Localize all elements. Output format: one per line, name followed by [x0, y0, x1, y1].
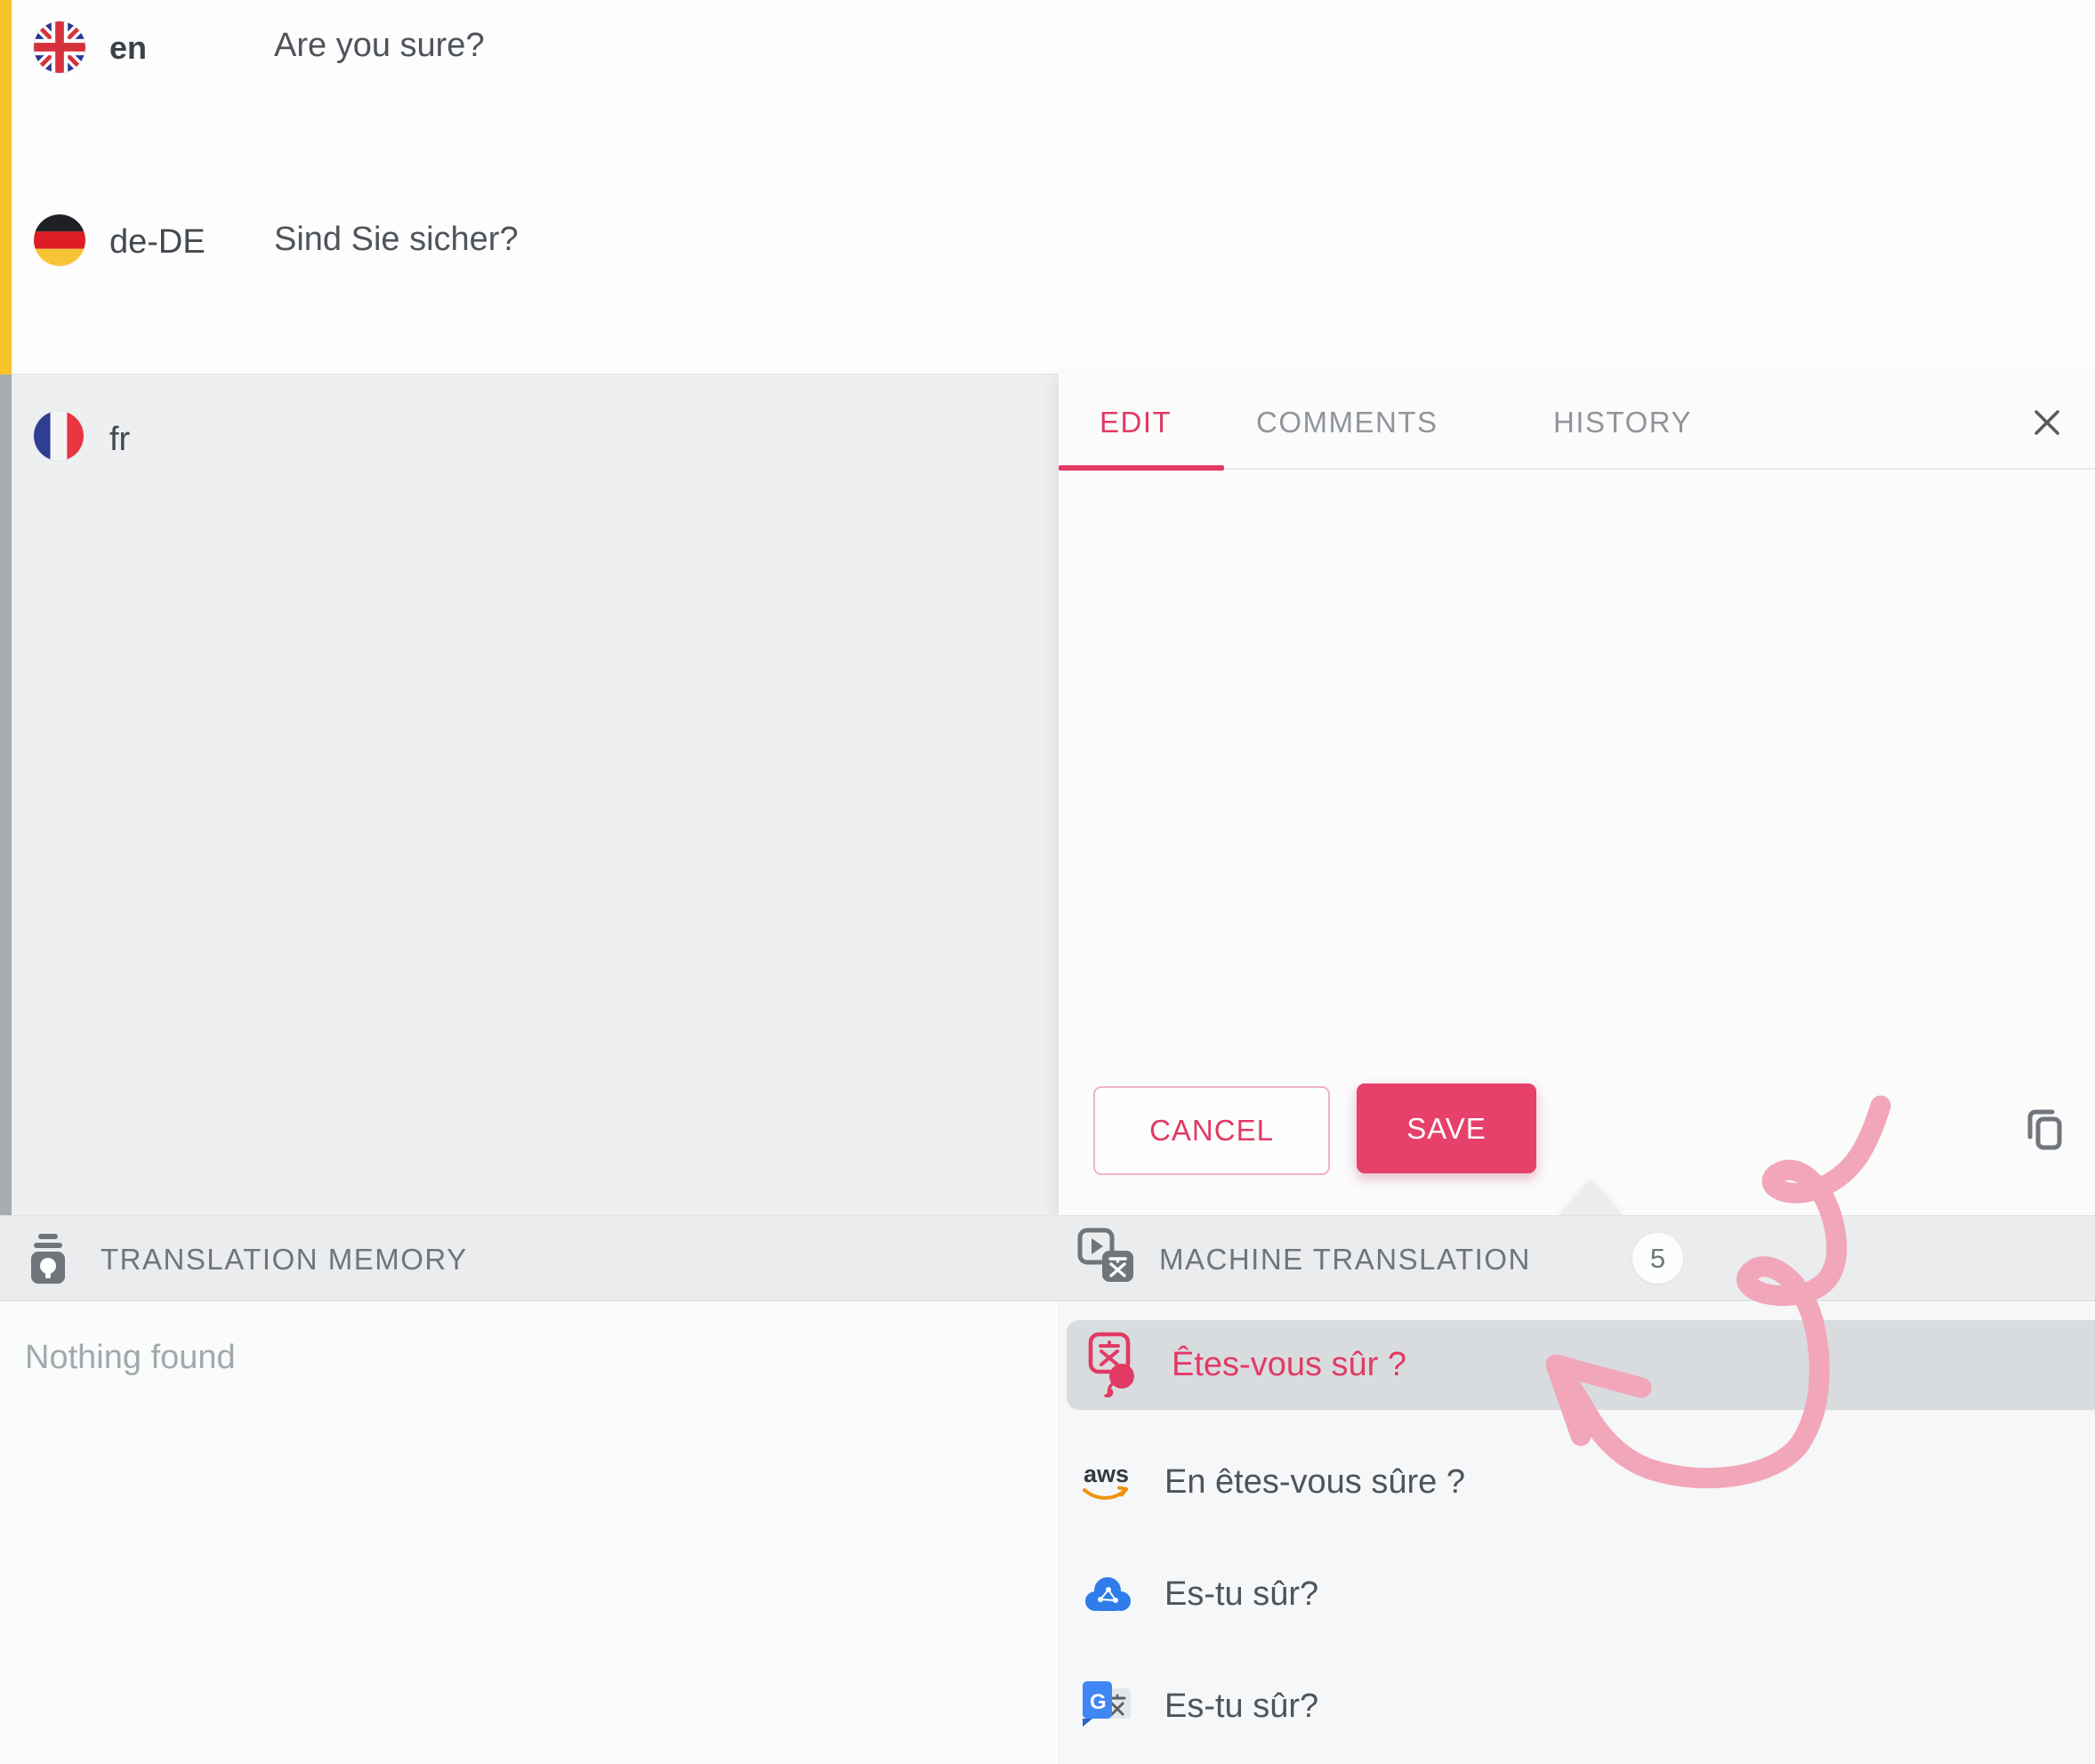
suggestions-notch [1558, 1180, 1624, 1216]
machine-translation-count-badge: 5 [1632, 1233, 1683, 1284]
source-text-en[interactable]: Are you sure? [274, 27, 485, 65]
language-code-de: de-DE [109, 223, 205, 261]
cancel-button[interactable]: CANCEL [1093, 1086, 1330, 1175]
translation-edit-area[interactable] [1059, 471, 2095, 1085]
copy-icon[interactable] [2018, 1103, 2067, 1153]
machine-translation-results: Êtes-vous sûr ? aws En êtes-vous sûre ? [1059, 1302, 2095, 1764]
edit-panel: EDIT COMMENTS HISTORY CANCEL SAVE [1059, 374, 2095, 1218]
translation-editor-app: en Are you sure? de-DE Sind Sie sicher? … [0, 0, 2095, 1764]
mt-suggestion-row[interactable]: Êtes-vous sûr ? [1067, 1320, 2095, 1410]
machine-translation-icon [1077, 1228, 1136, 1283]
mt-suggestion-text: Es-tu sûr? [1164, 1687, 1319, 1725]
translation-memory-icon [27, 1234, 69, 1284]
edit-panel-tab-bar: EDIT COMMENTS HISTORY [1059, 374, 2095, 471]
lokalise-translate-icon [1088, 1332, 1140, 1399]
france-flag-icon [34, 411, 84, 461]
translation-memory-results: Nothing found [0, 1302, 1059, 1764]
aws-translate-icon: aws [1081, 1461, 1131, 1505]
suggestions-header-band: TRANSLATION MEMORY MACHINE TRANSLATION 5 [0, 1215, 2095, 1301]
machine-translation-title: MACHINE TRANSLATION [1159, 1243, 1531, 1276]
close-icon[interactable] [2027, 402, 2067, 443]
selected-row-edge-bar [0, 375, 12, 1218]
tab-edit[interactable]: EDIT [1100, 406, 1172, 439]
translation-text-de[interactable]: Sind Sie sicher? [274, 221, 519, 259]
translation-memory-title: TRANSLATION MEMORY [101, 1243, 468, 1276]
mt-suggestion-row[interactable]: G Es-tu sûr? [1060, 1662, 2095, 1752]
active-tab-underline [1059, 465, 1224, 471]
save-button[interactable]: SAVE [1357, 1083, 1536, 1173]
mt-suggestion-text: Es-tu sûr? [1164, 1575, 1319, 1613]
key-status-bar [0, 0, 12, 375]
google-logo-text: G [1090, 1690, 1107, 1714]
cloud-ai-translator-icon [1081, 1573, 1134, 1617]
google-translate-icon: G [1081, 1679, 1134, 1735]
mt-suggestion-row[interactable]: aws En êtes-vous sûre ? [1060, 1438, 2095, 1527]
mt-suggestion-text: Êtes-vous sûr ? [1172, 1346, 1406, 1383]
uk-flag-icon [34, 21, 85, 73]
mt-suggestion-row[interactable]: Es-tu sûr? [1060, 1550, 2095, 1639]
tab-comments[interactable]: COMMENTS [1256, 406, 1438, 439]
language-code-fr: fr [109, 421, 131, 458]
tab-history[interactable]: HISTORY [1553, 406, 1692, 439]
germany-flag-icon [34, 214, 85, 266]
translation-memory-empty-message: Nothing found [25, 1339, 236, 1376]
mt-suggestion-text: En êtes-vous sûre ? [1164, 1463, 1465, 1501]
aws-logo-text: aws [1084, 1461, 1129, 1487]
language-code-en: en [109, 29, 148, 66]
